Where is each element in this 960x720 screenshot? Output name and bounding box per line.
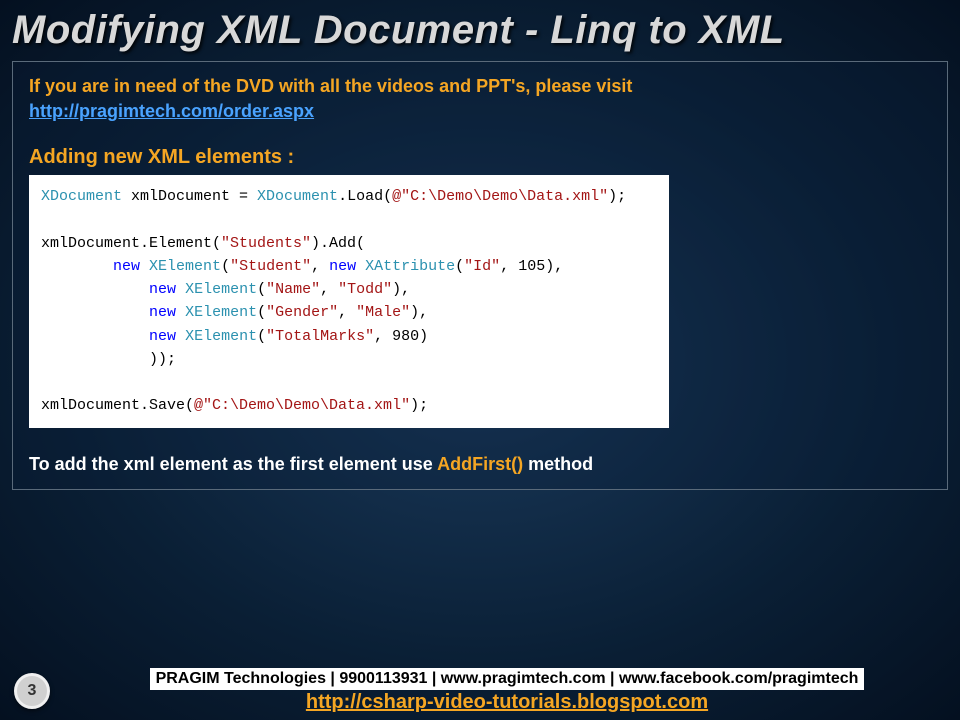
code-token: ( — [257, 304, 266, 321]
code-token — [176, 281, 185, 298]
footnote-highlight: AddFirst() — [437, 454, 523, 474]
code-token: )); — [41, 351, 176, 368]
code-token: "Gender" — [266, 304, 338, 321]
code-token: new — [149, 328, 176, 345]
code-token: ( — [257, 281, 266, 298]
blog-link[interactable]: http://csharp-video-tutorials.blogspot.c… — [68, 691, 946, 714]
code-token: XAttribute — [365, 258, 455, 275]
code-token: , — [338, 304, 356, 321]
footnote-pre: To add the xml element as the first elem… — [29, 454, 437, 474]
code-token: ); — [608, 188, 626, 205]
code-token — [176, 328, 185, 345]
code-token: "Male" — [356, 304, 410, 321]
code-token — [356, 258, 365, 275]
code-token: new — [149, 304, 176, 321]
code-token: , — [311, 258, 329, 275]
code-token — [176, 304, 185, 321]
code-token: ); — [410, 397, 428, 414]
code-token: , — [320, 281, 338, 298]
code-token: xmlDocument = — [122, 188, 257, 205]
code-token: ( — [455, 258, 464, 275]
code-token: xmlDocument.Save( — [41, 397, 194, 414]
code-block: XDocument xmlDocument = XDocument.Load(@… — [29, 175, 669, 428]
code-token: ), — [392, 281, 410, 298]
code-token — [41, 281, 149, 298]
code-token: XElement — [185, 328, 257, 345]
slide-title: Modifying XML Document - Linq to XML — [0, 0, 960, 57]
code-token: new — [329, 258, 356, 275]
section-heading: Adding new XML elements : — [29, 146, 931, 169]
code-token: @"C:\Demo\Demo\Data.xml" — [392, 188, 608, 205]
code-token — [41, 304, 149, 321]
code-token: ), — [410, 304, 428, 321]
code-token: new — [149, 281, 176, 298]
code-token: "Id" — [464, 258, 500, 275]
footer-text: PRAGIM Technologies | 9900113931 | www.p… — [68, 668, 946, 714]
code-token: ( — [221, 258, 230, 275]
code-token: new — [113, 258, 140, 275]
code-token: ( — [257, 328, 266, 345]
code-token: @"C:\Demo\Demo\Data.xml" — [194, 397, 410, 414]
order-link[interactable]: http://pragimtech.com/order.aspx — [29, 101, 314, 122]
code-token — [41, 258, 113, 275]
code-token: "Student" — [230, 258, 311, 275]
content-box: If you are in need of the DVD with all t… — [12, 61, 948, 490]
code-token: "TotalMarks" — [266, 328, 374, 345]
code-token: XElement — [185, 281, 257, 298]
code-token: "Students" — [221, 235, 311, 252]
code-token: , 980) — [374, 328, 428, 345]
company-line: PRAGIM Technologies | 9900113931 | www.p… — [150, 668, 865, 690]
code-token: XElement — [185, 304, 257, 321]
code-token: ).Add( — [311, 235, 365, 252]
footnote: To add the xml element as the first elem… — [29, 454, 931, 475]
code-token: XDocument — [41, 188, 122, 205]
code-token: XElement — [149, 258, 221, 275]
code-token: XDocument — [257, 188, 338, 205]
code-token: .Load( — [338, 188, 392, 205]
code-token: xmlDocument.Element( — [41, 235, 221, 252]
code-token: "Todd" — [338, 281, 392, 298]
intro-text: If you are in need of the DVD with all t… — [29, 74, 931, 99]
page-number-badge: 3 — [14, 673, 50, 709]
code-token: , 105), — [500, 258, 563, 275]
footer: 3 PRAGIM Technologies | 9900113931 | www… — [0, 668, 960, 714]
code-token — [41, 328, 149, 345]
code-token: "Name" — [266, 281, 320, 298]
footnote-post: method — [523, 454, 593, 474]
code-token — [140, 258, 149, 275]
